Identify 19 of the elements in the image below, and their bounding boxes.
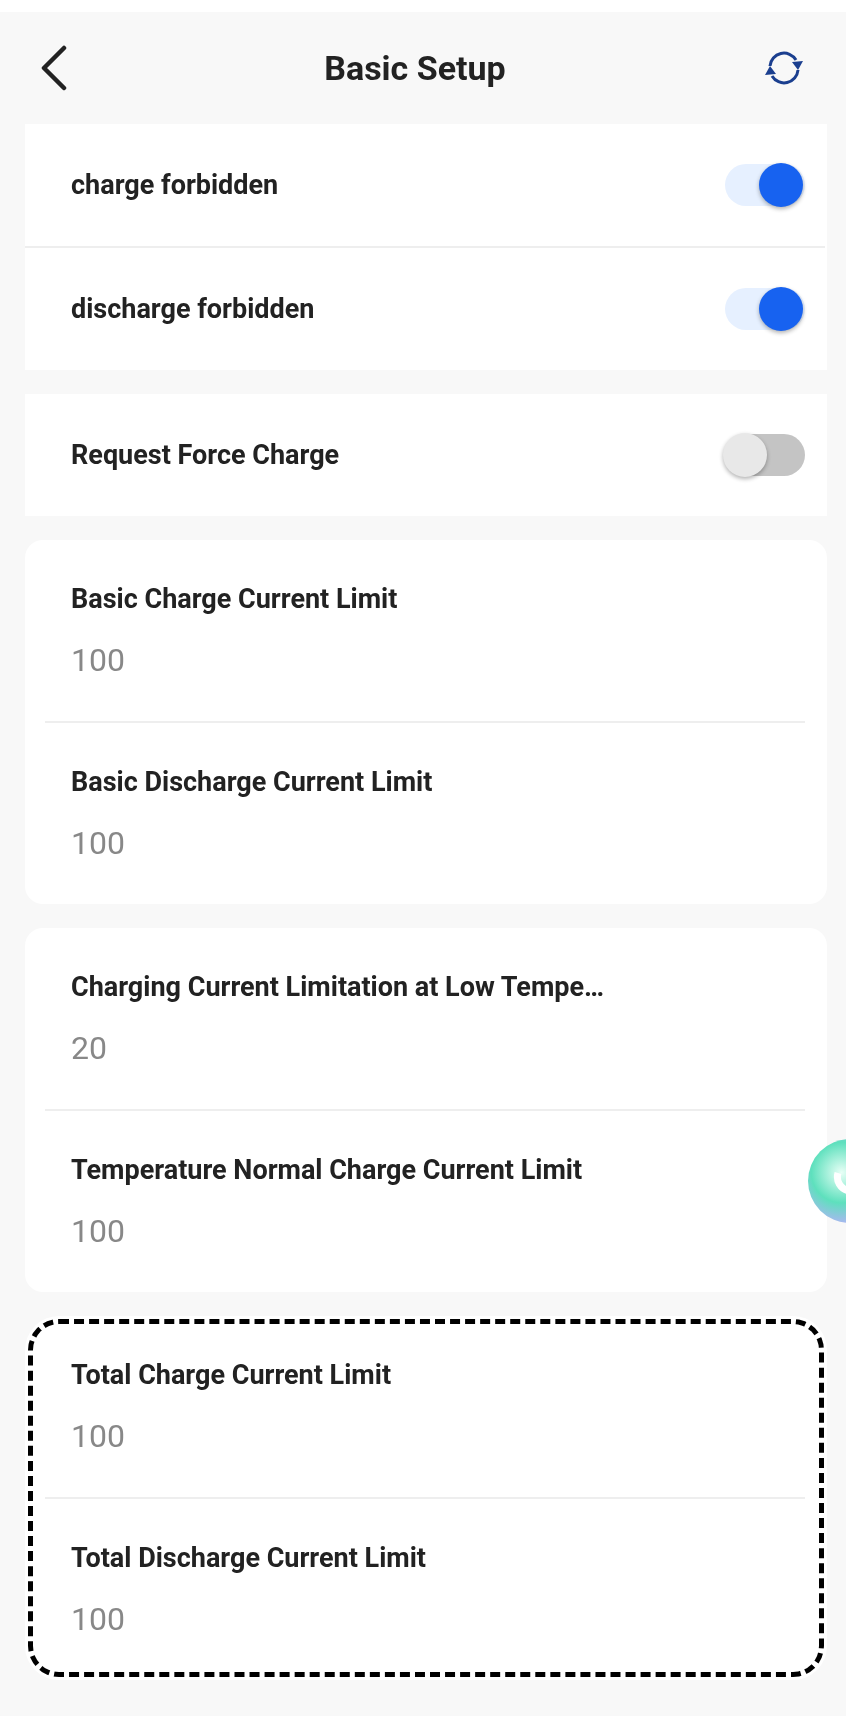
- setting-label: Total Discharge Current Limit: [71, 1541, 427, 1574]
- page-title: Basic Setup: [324, 48, 506, 88]
- setting-label: Total Charge Current Limit: [71, 1358, 393, 1391]
- setting-label: discharge forbidden: [71, 293, 315, 325]
- setting-label: Request Force Charge: [71, 439, 340, 471]
- setting-label: Charging Current Limitation at Low Tempe…: [71, 970, 606, 1003]
- setting-value[interactable]: 100: [71, 640, 805, 679]
- toggle-switch[interactable]: [723, 162, 805, 208]
- setting-value[interactable]: 100: [71, 1416, 805, 1455]
- setting-label: Basic Discharge Current Limit: [71, 765, 434, 798]
- toggle-switch[interactable]: [723, 286, 805, 332]
- setting-label: charge forbidden: [71, 169, 279, 201]
- setting-label: Temperature Normal Charge Current Limit: [71, 1153, 584, 1186]
- setting-value[interactable]: 100: [71, 823, 805, 862]
- toggle-switch[interactable]: [723, 432, 805, 478]
- setting-value[interactable]: 20: [71, 1028, 805, 1067]
- setting-value[interactable]: 100: [71, 1211, 805, 1250]
- setting-label: Basic Charge Current Limit: [71, 582, 399, 615]
- setting-value[interactable]: 100: [71, 1599, 805, 1638]
